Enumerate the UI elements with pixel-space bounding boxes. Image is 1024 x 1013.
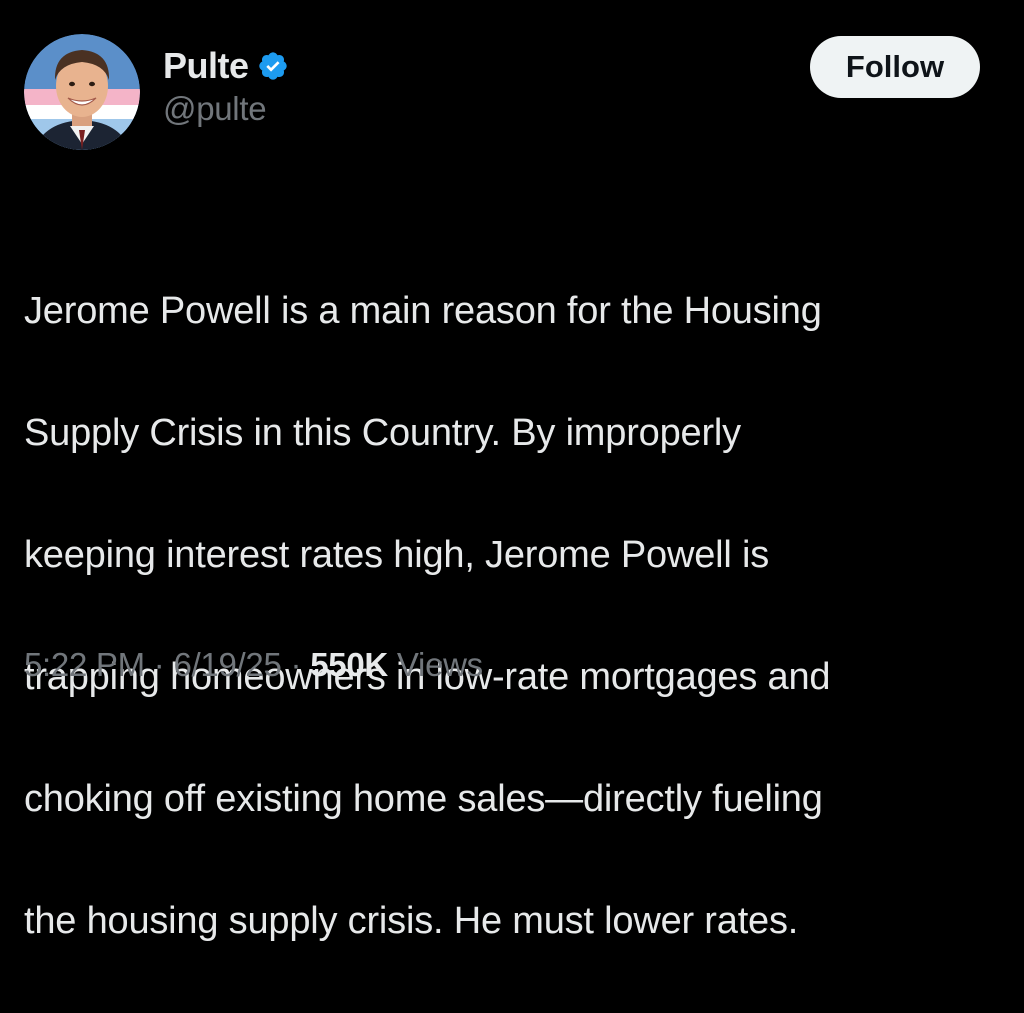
follow-button[interactable]: Follow: [810, 36, 980, 98]
author-identity: Pulte @pulte: [163, 44, 289, 128]
display-name[interactable]: Pulte: [163, 45, 249, 87]
author-handle[interactable]: @pulte: [163, 90, 289, 128]
meta-separator: ·: [153, 646, 165, 683]
tweet-meta: 5:22 PM · 6/19/25 · 550K Views: [24, 646, 483, 684]
tweet-text-line: the housing supply crisis. He must lower…: [24, 900, 799, 942]
tweet-header: Pulte @pulte Follow: [24, 32, 980, 152]
avatar[interactable]: [24, 34, 140, 150]
tweet-card: Pulte @pulte Follow Jerome Powell is a m…: [0, 0, 1024, 942]
views-label[interactable]: Views: [397, 646, 483, 684]
name-row: Pulte: [163, 44, 289, 88]
tweet-text: Jerome Powell is a main reason for the H…: [24, 220, 1004, 1013]
tweet-text-line: Supply Crisis in this Country. By improp…: [24, 412, 741, 454]
verified-badge-icon[interactable]: [257, 50, 289, 82]
avatar-image: [24, 34, 140, 150]
tweet-text-line: Jerome Powell is a main reason for the H…: [24, 290, 822, 332]
tweet-date[interactable]: 6/19/25: [174, 646, 282, 684]
views-count[interactable]: 550K: [310, 646, 388, 684]
tweet-text-line: keeping interest rates high, Jerome Powe…: [24, 534, 770, 576]
tweet-text-line: choking off existing home sales—directly…: [24, 778, 823, 820]
meta-separator: ·: [290, 646, 302, 683]
tweet-time[interactable]: 5:22 PM: [24, 646, 145, 684]
